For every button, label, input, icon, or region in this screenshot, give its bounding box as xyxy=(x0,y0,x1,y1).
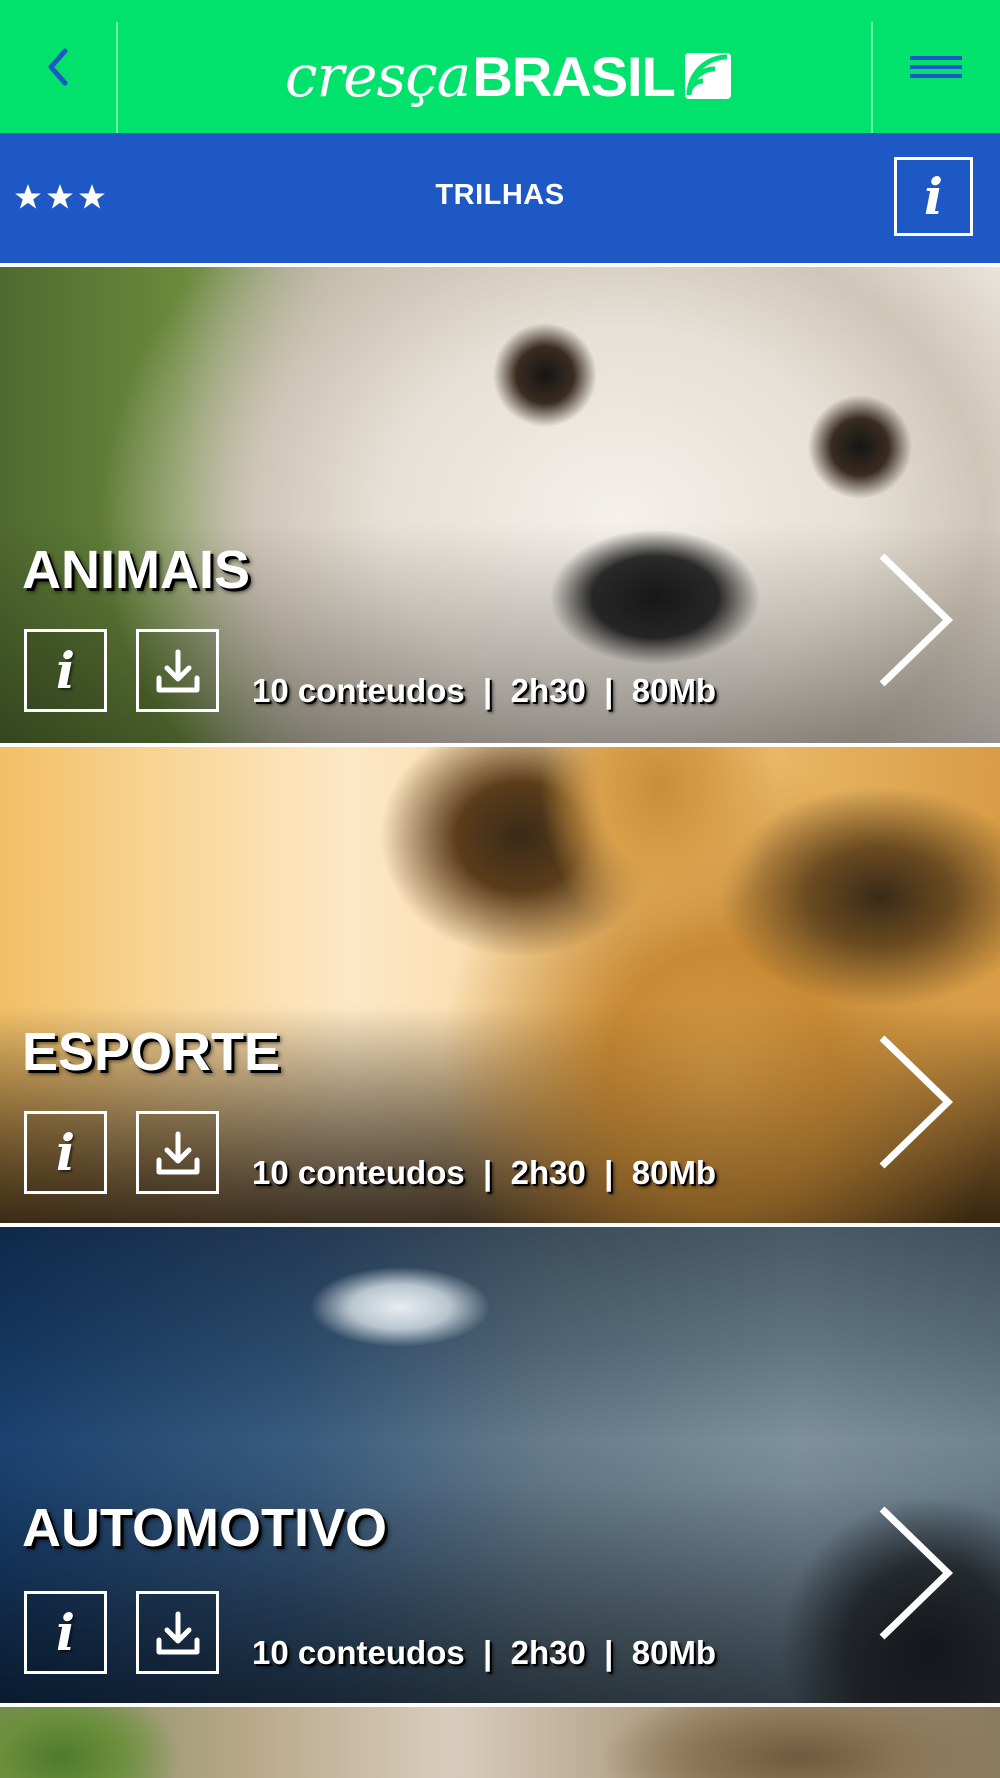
back-button[interactable] xyxy=(0,0,116,133)
info-button[interactable]: i xyxy=(894,157,973,236)
section-bar: TRILHAS i xyxy=(0,133,1000,263)
card-meta: 10 conteudos | 2h30 | 80Mb xyxy=(252,1634,717,1671)
card-image-trees xyxy=(0,1707,1000,1778)
chevron-right-icon[interactable] xyxy=(876,552,956,688)
back-chevron-icon xyxy=(48,48,68,85)
card-download-button[interactable] xyxy=(136,1111,219,1194)
chevron-right-icon[interactable] xyxy=(876,1034,956,1170)
info-icon: i xyxy=(56,641,75,700)
card-meta: 10 conteudos | 2h30 | 80Mb xyxy=(252,672,717,709)
page-title: TRILHAS xyxy=(435,179,565,211)
chevron-right-icon[interactable] xyxy=(876,1505,956,1641)
info-icon: i xyxy=(56,1603,75,1662)
logo-text-cursive: cresça xyxy=(285,42,471,110)
track-card-partial[interactable] xyxy=(0,1707,1000,1778)
info-icon: i xyxy=(56,1123,75,1182)
card-title: AUTOMOTIVO xyxy=(22,1498,388,1558)
card-meta: 10 conteudos | 2h30 | 80Mb xyxy=(252,1154,717,1191)
card-title: ESPORTE xyxy=(22,1022,281,1082)
download-icon xyxy=(156,649,199,692)
brand-logo: cresça BRASIL xyxy=(285,36,731,116)
track-card-automotivo[interactable]: AUTOMOTIVO i 10 conteudos | 2h30 | 80Mb xyxy=(0,1227,1000,1703)
download-icon xyxy=(156,1611,199,1654)
menu-button[interactable] xyxy=(872,0,1000,133)
logo-text-bold: BRASIL xyxy=(472,44,675,108)
card-info-button[interactable]: i xyxy=(24,1591,107,1674)
download-icon xyxy=(156,1131,199,1174)
card-download-button[interactable] xyxy=(136,1591,219,1674)
card-info-button[interactable]: i xyxy=(24,629,107,712)
card-info-button[interactable]: i xyxy=(24,1111,107,1194)
card-title: ANIMAIS xyxy=(22,540,250,600)
track-card-animais[interactable]: ANIMAIS i 10 conteudos | 2h30 | 80Mb xyxy=(0,267,1000,743)
logo-wave-icon xyxy=(684,53,731,99)
hamburger-menu-icon xyxy=(910,55,962,78)
header-divider-left xyxy=(116,22,118,133)
card-download-button[interactable] xyxy=(136,629,219,712)
info-icon: i xyxy=(924,167,943,226)
track-card-esporte[interactable]: ESPORTE i 10 conteudos | 2h30 | 80Mb xyxy=(0,747,1000,1223)
app-header: cresça BRASIL xyxy=(0,0,1000,133)
